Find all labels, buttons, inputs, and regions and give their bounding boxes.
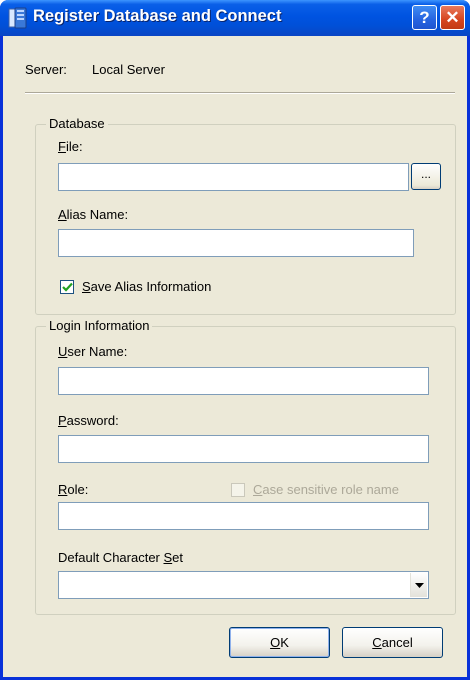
cancel-mnemonic: C <box>372 635 382 650</box>
server-value: Local Server <box>92 62 165 77</box>
file-input-box[interactable] <box>59 164 408 190</box>
username-label: User Name: <box>58 344 127 359</box>
username-input[interactable] <box>58 367 429 395</box>
chevron-down-icon <box>415 583 424 588</box>
cancel-button[interactable]: Cancel <box>342 627 443 658</box>
save-alias-text: ave Alias Information <box>90 279 212 294</box>
role-label-mnemonic: R <box>58 482 68 497</box>
file-label-mnemonic: F <box>58 139 66 154</box>
case-sensitive-checkbox[interactable] <box>231 483 245 497</box>
file-label-text: ile: <box>65 139 83 154</box>
ok-mnemonic: O <box>270 635 281 650</box>
help-button[interactable]: ? <box>412 5 437 30</box>
window-title: Register Database and Connect <box>33 7 282 25</box>
password-input-box[interactable] <box>59 436 428 462</box>
alias-input-box[interactable] <box>59 230 413 256</box>
charset-dropdown-button[interactable] <box>410 573 427 597</box>
alias-label-text: lias Name: <box>66 207 129 222</box>
alias-label-mnemonic: A <box>58 207 67 222</box>
ok-button[interactable]: OK <box>229 627 330 658</box>
password-label-text: assword: <box>66 413 119 428</box>
server-label: Server: <box>25 62 67 77</box>
title-bar[interactable]: Register Database and Connect ? ✕ <box>0 0 470 36</box>
alias-label: Alias Name: <box>58 207 128 222</box>
password-input[interactable] <box>58 435 429 463</box>
charset-label-mnemonic: S <box>163 550 173 565</box>
checkmark-icon <box>62 282 73 292</box>
save-alias-checkbox[interactable] <box>60 280 74 294</box>
case-sensitive-text: ase sensitive role name <box>262 482 399 497</box>
close-button[interactable]: ✕ <box>440 5 465 30</box>
password-label: Password: <box>58 413 119 428</box>
role-input[interactable] <box>58 502 429 530</box>
alias-input[interactable] <box>58 229 414 257</box>
username-label-text: ser Name: <box>67 344 128 359</box>
charset-label-prefix: Default Character <box>58 550 164 565</box>
file-input[interactable] <box>58 163 409 191</box>
username-label-mnemonic: U <box>58 344 68 359</box>
save-alias-mnemonic: S <box>82 279 91 294</box>
ok-label: K <box>280 635 289 650</box>
role-label-text: ole: <box>67 482 89 497</box>
role-label: Role: <box>58 482 88 497</box>
browse-button-label: ... <box>420 167 431 181</box>
save-alias-label[interactable]: Save Alias Information <box>82 279 211 294</box>
password-label-mnemonic: P <box>58 413 67 428</box>
register-database-dialog: Register Database and Connect ? ✕ Server… <box>0 0 470 680</box>
help-icon: ? <box>419 8 430 27</box>
login-group-legend: Login Information <box>46 318 153 333</box>
file-label: File: <box>58 139 83 154</box>
case-sensitive-label[interactable]: Case sensitive role name <box>253 482 399 497</box>
charset-select[interactable] <box>58 571 429 599</box>
database-group-legend: Database <box>46 116 108 131</box>
username-input-box[interactable] <box>59 368 428 394</box>
role-input-box[interactable] <box>59 503 428 529</box>
cancel-label: ancel <box>381 635 413 650</box>
close-icon: ✕ <box>445 8 460 27</box>
case-sensitive-mnemonic: C <box>253 482 263 497</box>
separator <box>25 92 455 94</box>
browse-button[interactable]: ... <box>411 163 441 190</box>
charset-label-text: et <box>172 550 184 565</box>
charset-label: Default Character Set <box>58 550 183 565</box>
database-icon <box>8 7 28 29</box>
